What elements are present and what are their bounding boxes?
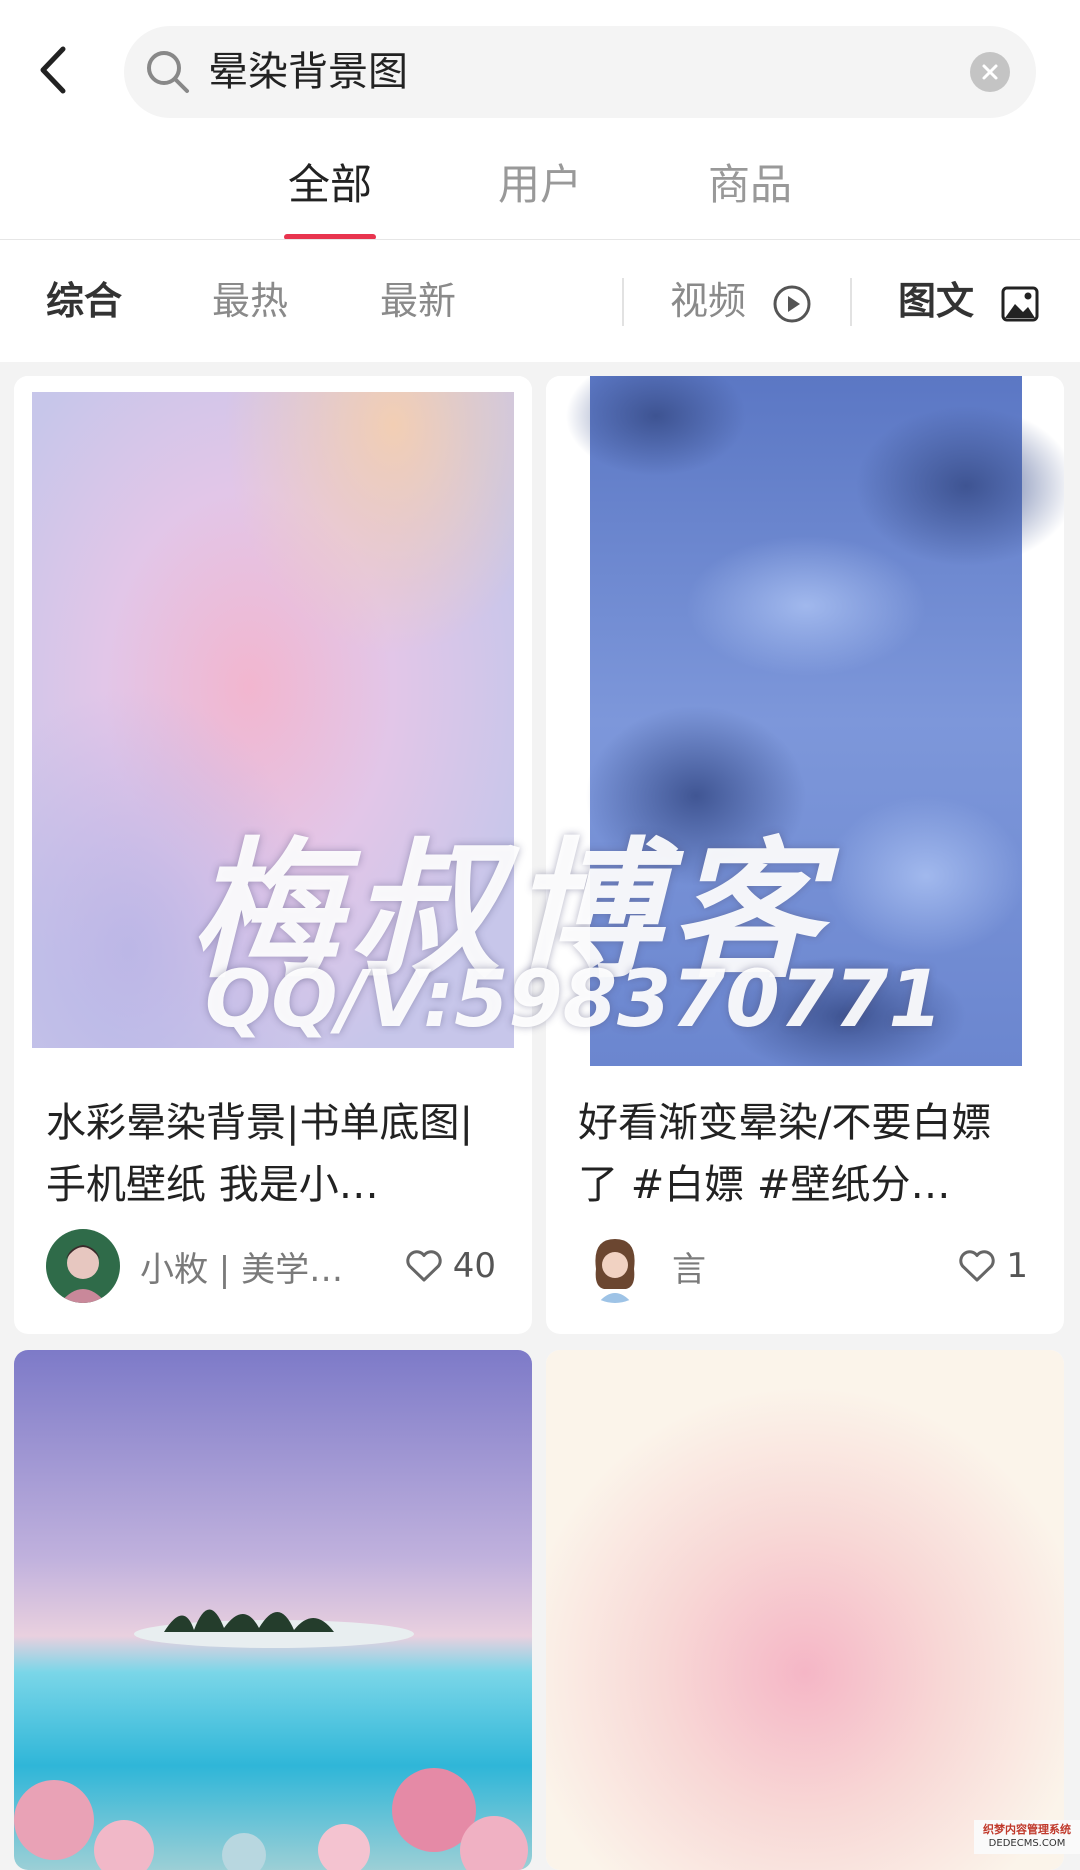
- post-card[interactable]: [14, 1350, 532, 1870]
- image-icon: [1001, 286, 1039, 322]
- filter-hottest[interactable]: 最热: [212, 240, 288, 362]
- watermark-contact: QQ/V:598370771: [205, 955, 943, 1045]
- like-count: 1: [1006, 1246, 1028, 1286]
- tab-users[interactable]: 用户: [494, 150, 586, 240]
- post-card[interactable]: [546, 1350, 1064, 1870]
- corner-watermark-line2: DEDECMS.COM: [974, 1837, 1080, 1851]
- filter-image-text[interactable]: 图文: [898, 240, 1039, 362]
- like-button[interactable]: 1: [958, 1226, 1028, 1306]
- post-title: 水彩晕染背景|书单底图|手机壁纸 我是小…: [46, 1092, 486, 1216]
- author-name: 言: [672, 1242, 706, 1291]
- filter-video[interactable]: 视频: [670, 240, 812, 362]
- post-cover-image: [546, 1350, 1064, 1870]
- search-input[interactable]: 晕染背景图: [208, 26, 858, 118]
- post-title: 好看渐变晕染/不要白嫖了 #白嫖 #壁纸分…: [578, 1092, 1018, 1216]
- like-button[interactable]: 40: [405, 1226, 496, 1306]
- heart-icon: [958, 1249, 996, 1283]
- corner-watermark-logo: 织梦内容管理系统 DEDECMS.COM: [974, 1820, 1080, 1854]
- search-header: 晕染背景图 全部 用户 商品: [0, 0, 1080, 240]
- filter-video-label: 视频: [670, 279, 746, 323]
- divider: [850, 278, 852, 326]
- play-circle-icon: [772, 284, 812, 324]
- post-cover-image: [14, 1350, 532, 1870]
- avatar: [46, 1229, 120, 1303]
- filter-comprehensive[interactable]: 综合: [46, 240, 122, 362]
- post-author[interactable]: 言: [578, 1226, 706, 1306]
- corner-watermark-line1: 织梦内容管理系统: [974, 1823, 1080, 1837]
- filter-image-text-label: 图文: [898, 279, 974, 323]
- like-count: 40: [453, 1246, 496, 1286]
- search-bar[interactable]: 晕染背景图: [124, 26, 1036, 118]
- chevron-left-icon: [37, 45, 67, 95]
- post-author[interactable]: 小敉 | 美学…: [46, 1226, 343, 1306]
- close-icon: [980, 62, 1000, 82]
- search-icon: [142, 46, 194, 98]
- author-name: 小敉 | 美学…: [140, 1242, 343, 1291]
- tab-bar: 全部 用户 商品: [0, 150, 1080, 240]
- filter-bar: 综合 最热 最新 视频 图文: [0, 240, 1080, 362]
- avatar: [578, 1229, 652, 1303]
- tab-all[interactable]: 全部: [284, 150, 376, 240]
- heart-icon: [405, 1249, 443, 1283]
- clear-search-button[interactable]: [970, 52, 1010, 92]
- tab-products[interactable]: 商品: [704, 150, 796, 240]
- filter-newest[interactable]: 最新: [380, 240, 456, 362]
- divider: [622, 278, 624, 326]
- back-button[interactable]: [30, 42, 74, 98]
